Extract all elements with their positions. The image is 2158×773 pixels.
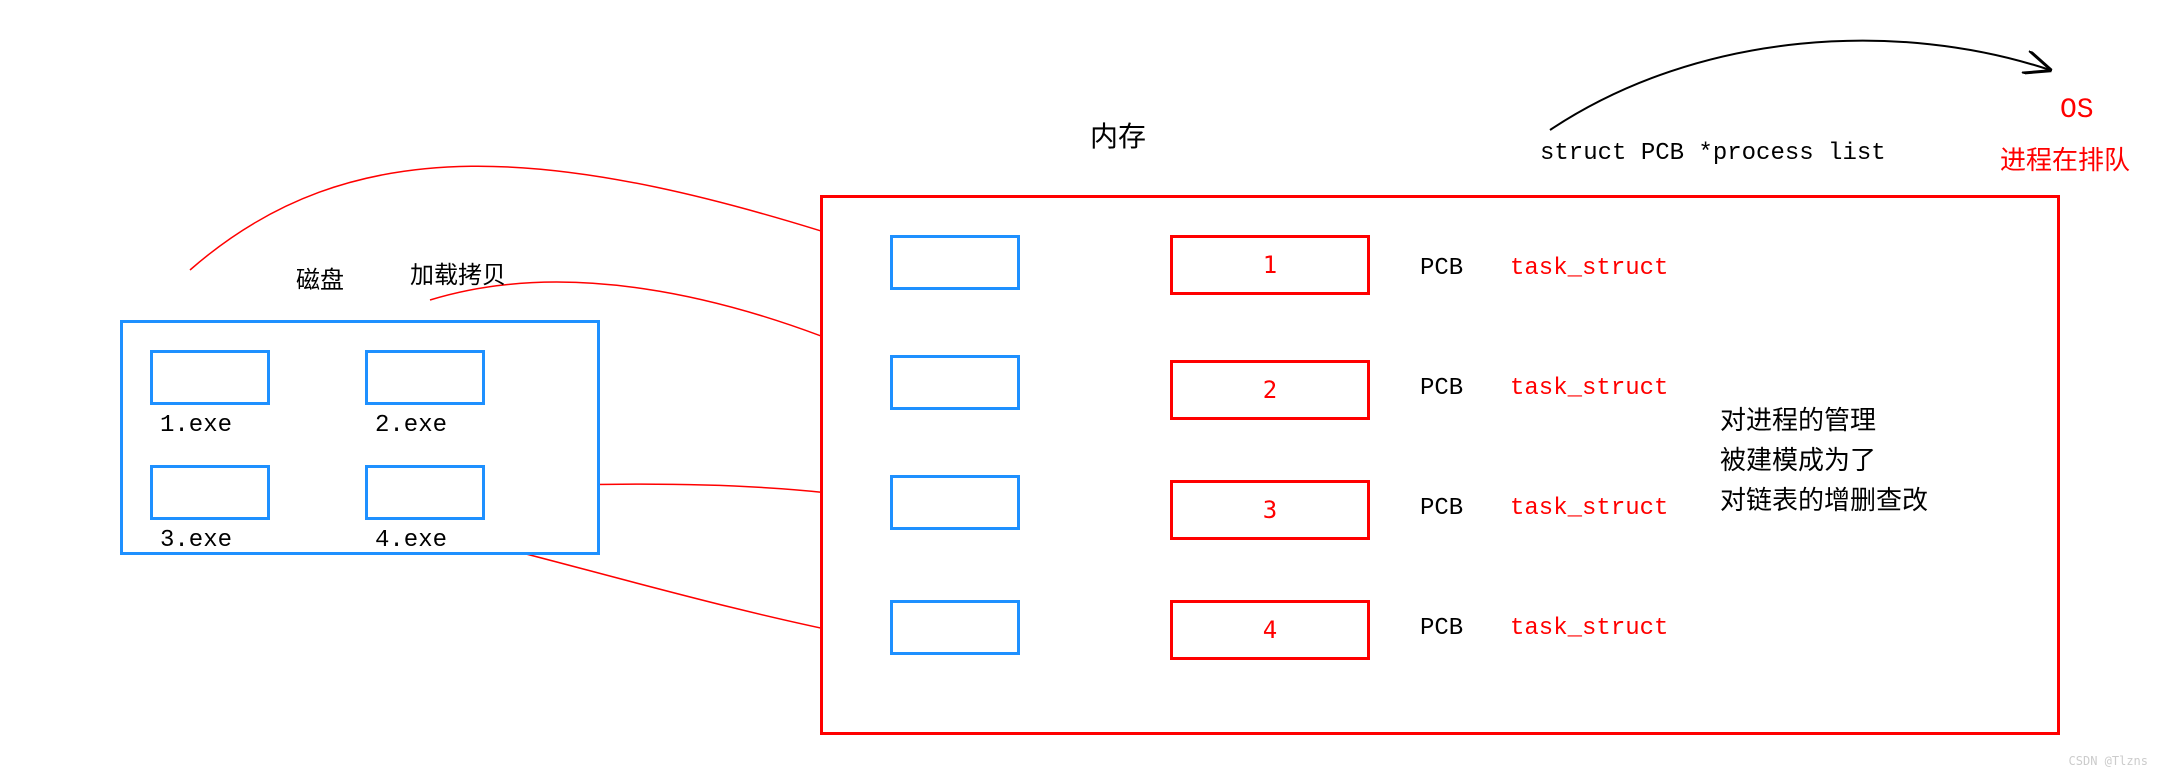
note-line3: 对链表的增删查改: [1720, 480, 1928, 517]
pcb-label-4: PCB: [1420, 615, 1463, 642]
task-struct-3: task_struct: [1510, 495, 1668, 522]
pcb-box-1: 1: [1170, 235, 1370, 295]
pcb-number-4: 4: [1263, 616, 1277, 644]
task-struct-1: task_struct: [1510, 255, 1668, 282]
struct-pcb-text: struct PCB *process list: [1540, 140, 1886, 167]
os-label: OS: [2060, 95, 2094, 126]
disk-label: 磁盘: [296, 260, 344, 295]
note-line1: 对进程的管理: [1720, 400, 1876, 437]
disk-file-label-1: 1.exe: [160, 412, 232, 439]
disk-file-label-4: 4.exe: [375, 527, 447, 554]
task-struct-4: task_struct: [1510, 615, 1668, 642]
memory-block-2: [890, 355, 1020, 410]
disk-file-box-1: [150, 350, 270, 405]
disk-file-label-3: 3.exe: [160, 527, 232, 554]
pcb-label-3: PCB: [1420, 495, 1463, 522]
memory-label: 内存: [1090, 115, 1146, 155]
pcb-box-3: 3: [1170, 480, 1370, 540]
disk-file-box-3: [150, 465, 270, 520]
watermark: CSDN @Tlzns: [2069, 754, 2148, 768]
pcb-box-4: 4: [1170, 600, 1370, 660]
disk-file-box-2: [365, 350, 485, 405]
task-struct-2: task_struct: [1510, 375, 1668, 402]
pcb-label-2: PCB: [1420, 375, 1463, 402]
queue-label: 进程在排队: [2000, 140, 2130, 177]
memory-block-1: [890, 235, 1020, 290]
pcb-number-3: 3: [1263, 496, 1277, 524]
disk-file-box-4: [365, 465, 485, 520]
memory-block-4: [890, 600, 1020, 655]
note-line2: 被建模成为了: [1720, 440, 1876, 477]
pcb-box-2: 2: [1170, 360, 1370, 420]
memory-block-3: [890, 475, 1020, 530]
pcb-label-1: PCB: [1420, 255, 1463, 282]
disk-file-label-2: 2.exe: [375, 412, 447, 439]
pcb-number-2: 2: [1263, 376, 1277, 404]
load-copy-label: 加载拷贝: [410, 255, 506, 290]
pcb-number-1: 1: [1263, 251, 1277, 279]
